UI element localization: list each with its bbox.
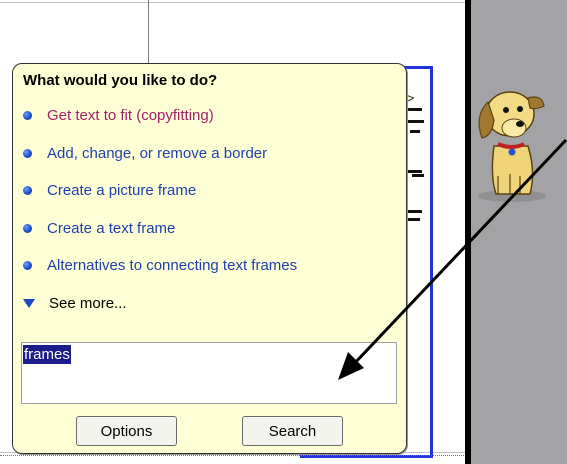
search-input[interactable]: frames: [21, 342, 397, 404]
pasteboard-area: [471, 0, 567, 464]
see-more-link[interactable]: See more...: [23, 295, 127, 312]
office-assistant[interactable]: [462, 76, 558, 206]
option-border[interactable]: Add, change, or remove a border: [23, 145, 267, 162]
option-copyfitting[interactable]: Get text to fit (copyfitting): [23, 107, 214, 124]
triangle-down-icon: [23, 299, 35, 308]
option-label[interactable]: Add, change, or remove a border: [47, 145, 267, 162]
assistant-balloon: What would you like to do? Get text to f…: [12, 63, 407, 454]
see-more-label[interactable]: See more...: [49, 295, 127, 312]
option-label[interactable]: Create a text frame: [47, 220, 175, 237]
blue-sphere-bullet-icon: [23, 186, 32, 195]
option-text-frame[interactable]: Create a text frame: [23, 220, 175, 237]
blue-sphere-bullet-icon: [23, 261, 32, 270]
search-button-label: Search: [268, 422, 317, 440]
option-picture-frame[interactable]: Create a picture frame: [23, 182, 196, 199]
search-button[interactable]: Search: [242, 416, 343, 446]
margin-guide-top: [0, 2, 470, 3]
search-input-value: frames: [23, 345, 71, 364]
options-button[interactable]: Options: [76, 416, 177, 446]
balloon-title: What would you like to do?: [23, 72, 218, 89]
option-alternatives[interactable]: Alternatives to connecting text frames: [23, 257, 297, 274]
blue-sphere-bullet-icon: [23, 149, 32, 158]
column-guide: [148, 0, 149, 64]
blue-sphere-bullet-icon: [23, 111, 32, 120]
page-bottom-edge: [0, 455, 470, 464]
office-assistant-dog-icon: [478, 91, 546, 202]
blue-sphere-bullet-icon: [23, 224, 32, 233]
option-label[interactable]: Create a picture frame: [47, 182, 196, 199]
options-button-label: Options: [100, 422, 153, 440]
option-label[interactable]: Get text to fit (copyfitting): [47, 107, 214, 124]
option-label[interactable]: Alternatives to connecting text frames: [47, 257, 297, 274]
